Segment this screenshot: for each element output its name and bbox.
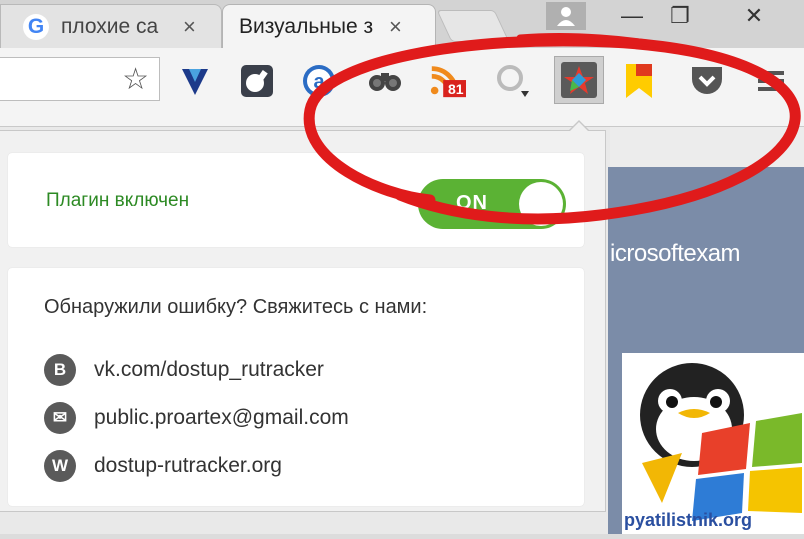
contact-web-link[interactable]: W dostup-rutracker.org	[44, 450, 282, 482]
google-icon: G	[23, 13, 49, 40]
tab-strip: G плохие са × Визуальные з × — ❐ ✕	[0, 0, 804, 50]
popup-arrow-inner	[569, 122, 589, 132]
user-icon	[557, 7, 575, 26]
mail-icon: ✉	[44, 402, 76, 434]
tab-close-button[interactable]: ×	[183, 14, 196, 40]
vk-icon: В	[44, 354, 76, 386]
contact-web-text: dostup-rutracker.org	[94, 454, 282, 477]
star-icon[interactable]: ☆	[122, 62, 149, 97]
plugin-toggle-switch[interactable]: ON	[418, 179, 566, 229]
minimize-button[interactable]: —	[612, 2, 652, 30]
user-profile-button[interactable]	[546, 2, 586, 30]
new-tab-button[interactable]	[436, 10, 510, 42]
plugin-status-label: Плагин включен	[46, 190, 190, 211]
menu-icon[interactable]	[752, 62, 790, 100]
contact-vk-link[interactable]: В vk.com/dostup_rutracker	[44, 354, 324, 386]
search-icon[interactable]	[494, 62, 532, 100]
maximize-button[interactable]: ❐	[660, 2, 700, 30]
rss-icon[interactable]: 81	[428, 62, 466, 100]
penguin-windows-logo	[640, 363, 802, 521]
pocket-icon[interactable]	[688, 62, 726, 100]
tab-title: плохие са	[61, 14, 159, 38]
contact-vk-text: vk.com/dostup_rutracker	[94, 358, 324, 381]
tab-google-search[interactable]: G плохие са ×	[0, 4, 222, 48]
site-heading: icrosoftexam	[610, 240, 741, 267]
tab-close-button[interactable]: ×	[389, 14, 402, 40]
toggle-state-text: ON	[456, 192, 488, 214]
tab-visual-bookmarks[interactable]: Визуальные з ×	[222, 4, 436, 48]
site-logo	[622, 353, 804, 534]
web-icon: W	[44, 450, 76, 482]
svg-text:a: a	[313, 71, 325, 93]
bookmark-flag-icon[interactable]	[620, 62, 658, 100]
page-header-strip	[610, 127, 804, 167]
rss-badge: 81	[448, 81, 464, 97]
toolbar: ☆ a 81	[0, 48, 804, 127]
close-window-button[interactable]: ✕	[734, 2, 774, 30]
frigate-icon[interactable]	[554, 56, 604, 104]
a-icon[interactable]: a	[300, 62, 338, 100]
site-watermark: pyatilistnik.org	[624, 510, 753, 530]
bomb-icon[interactable]	[238, 62, 276, 100]
binoculars-icon[interactable]	[366, 62, 404, 100]
plugin-toggle-card: Плагин включен ON	[8, 153, 584, 247]
contact-email-link[interactable]: ✉ public.proartex@gmail.com	[44, 402, 349, 434]
extension-popup: Плагин включен ON Обнаружили ошибку? Свя…	[0, 130, 606, 512]
contact-heading: Обнаружили ошибку? Свяжитесь с нами:	[44, 296, 428, 318]
address-bar[interactable]: ☆	[0, 57, 160, 101]
toggle-knob[interactable]	[519, 182, 563, 226]
contact-card: Обнаружили ошибку? Свяжитесь с нами: В v…	[8, 268, 584, 506]
tab-title: Визуальные з	[239, 14, 374, 38]
yandex-icon[interactable]	[176, 62, 214, 100]
contact-email-text: public.proartex@gmail.com	[94, 406, 349, 429]
